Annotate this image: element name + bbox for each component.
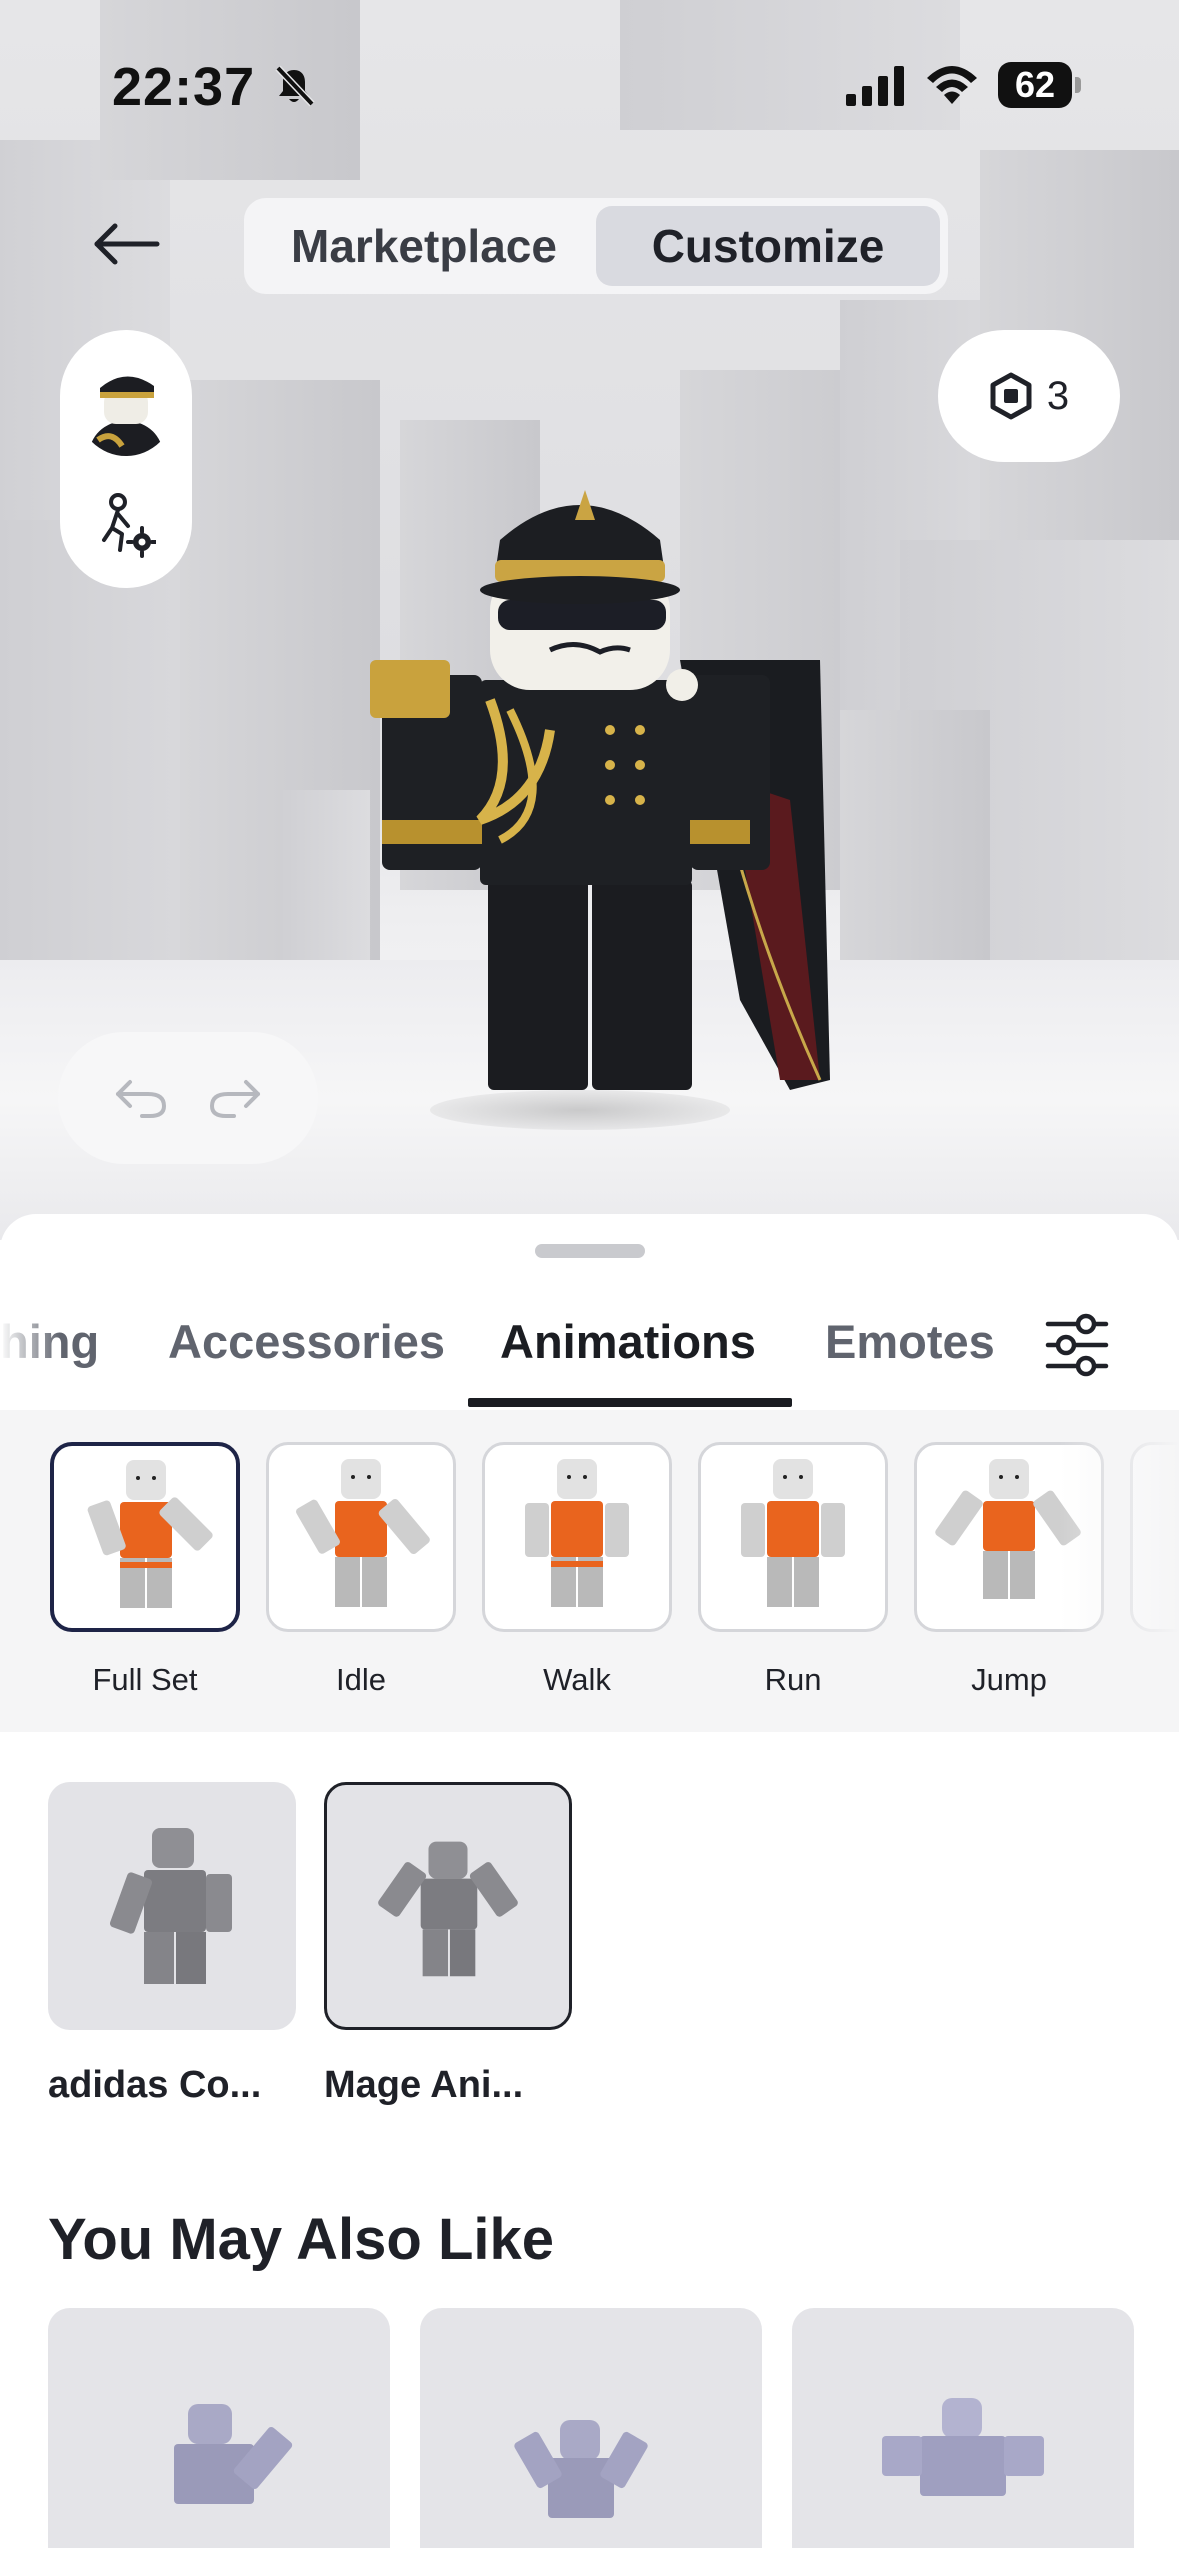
avatar-options-pill (60, 330, 192, 588)
types-row-fade (1059, 1410, 1179, 1732)
wifi-icon (927, 66, 977, 104)
undo-icon[interactable] (114, 1076, 168, 1120)
avatar-pose-icon (174, 2404, 293, 2504)
avatar-pose-icon (87, 1460, 213, 1608)
animation-type-label: Run (764, 1662, 822, 1697)
animation-type-thumbnail (50, 1442, 240, 1632)
animation-type-full-set[interactable]: Full Set (50, 1442, 240, 1698)
recommendation-card[interactable] (792, 2308, 1134, 2548)
avatar-headshot-icon (78, 360, 174, 456)
avatar-pose-icon (741, 1459, 845, 1607)
animation-item-thumbnail (48, 1782, 296, 2030)
customize-bottom-sheet: hing Accessories Animations Emotes (0, 1214, 1179, 2556)
active-tab-indicator (468, 1398, 792, 1407)
animation-type-row: Full Set Idle Walk Run Jump (0, 1410, 1179, 1732)
animation-item-card[interactable]: adidas Co... (48, 1782, 300, 2107)
animation-type-thumbnail (266, 1442, 456, 1632)
animation-type-thumbnail (482, 1442, 672, 1632)
avatar-pose-icon (525, 1459, 629, 1607)
tab-customize[interactable]: Customize (596, 206, 940, 286)
battery-level: 62 (1014, 64, 1056, 105)
arrow-left-icon (94, 223, 160, 265)
animation-item-thumbnail (324, 1782, 572, 2030)
avatar-pose-icon (378, 1841, 518, 1977)
avatar-headshot-button[interactable] (78, 360, 174, 456)
animation-item-card[interactable]: Mage Ani... (324, 1782, 576, 2107)
scene-block (280, 790, 370, 980)
avatar-pose-icon (296, 1459, 430, 1607)
tab-marketplace[interactable]: Marketplace (252, 206, 596, 286)
status-bar: 22:37 62 (0, 0, 1179, 170)
battery-cap (1075, 77, 1081, 93)
avatar-pose-icon (882, 2398, 1044, 2496)
back-button[interactable] (88, 214, 164, 274)
mode-segmented-control: Marketplace Customize (244, 198, 948, 294)
owned-animations-grid: adidas Co... Mage Ani... (0, 1754, 1179, 2106)
tab-emotes[interactable]: Emotes (825, 1314, 995, 1369)
robux-count: 3 (1046, 373, 1070, 418)
sheet-drag-handle[interactable] (535, 1244, 645, 1258)
robux-hexagon-icon (990, 372, 1032, 420)
tab-animations[interactable]: Animations (500, 1314, 756, 1369)
filter-sliders-icon[interactable] (1044, 1310, 1114, 1380)
animation-settings-icon[interactable] (96, 492, 156, 558)
animation-item-name: Mage Ani... (324, 2064, 524, 2106)
cellular-signal-icon (846, 66, 904, 106)
animation-item-name: adidas Co... (48, 2064, 262, 2106)
animation-type-run[interactable]: Run (698, 1442, 888, 1698)
recommendations-row (0, 2308, 1179, 2548)
animation-type-idle[interactable]: Idle (266, 1442, 456, 1698)
you-may-also-like-heading: You May Also Like (48, 2207, 554, 2272)
scene-block (840, 710, 990, 1000)
battery-icon: 62 (998, 62, 1081, 108)
avatar-figure[interactable] (360, 480, 840, 1100)
animation-type-label: Full Set (92, 1662, 198, 1697)
bell-slash-icon (275, 65, 315, 107)
robux-balance-button[interactable]: 3 (938, 330, 1120, 462)
undo-redo-pill (58, 1032, 318, 1164)
category-tabs: hing Accessories Animations Emotes (0, 1280, 1179, 1408)
redo-icon[interactable] (208, 1076, 262, 1120)
avatar-pose-icon (109, 1828, 232, 1984)
recommendation-card[interactable] (48, 2308, 390, 2548)
animation-type-label: Walk (543, 1662, 611, 1697)
avatar-pose-icon (514, 2420, 648, 2518)
animation-type-thumbnail (698, 1442, 888, 1632)
animation-type-walk[interactable]: Walk (482, 1442, 672, 1698)
tab-accessories[interactable]: Accessories (168, 1314, 445, 1369)
recommendation-card[interactable] (420, 2308, 762, 2548)
status-time: 22:37 (112, 57, 256, 117)
animation-type-label: Idle (336, 1662, 386, 1697)
tabs-fade (0, 1280, 60, 1408)
